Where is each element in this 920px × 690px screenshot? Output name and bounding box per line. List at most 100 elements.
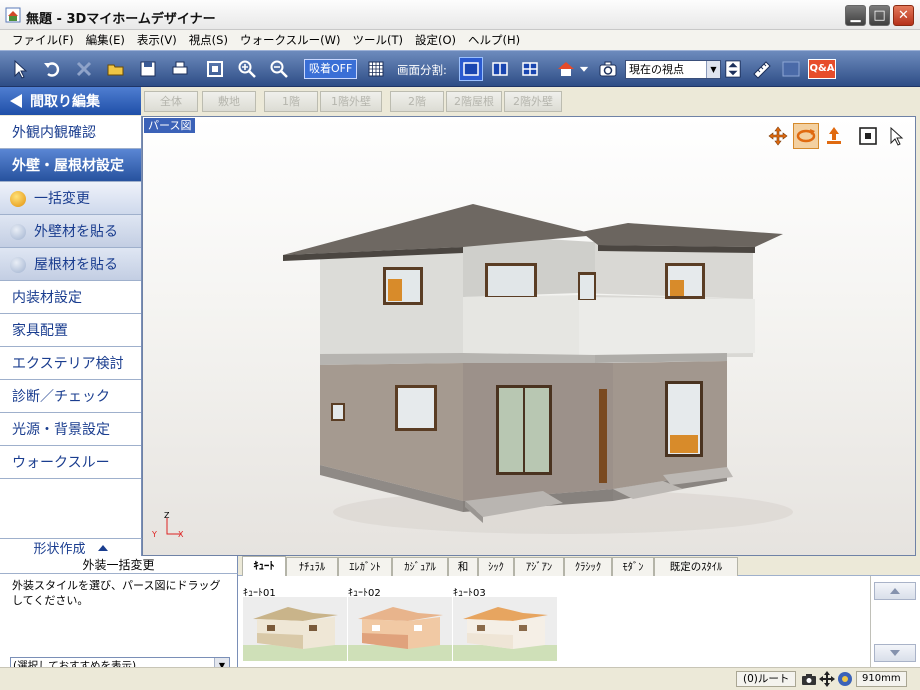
floor-tab-2f-roof[interactable]: 2階屋根: [446, 91, 502, 112]
axis-y-label: Y: [151, 530, 157, 539]
style-thumbnail[interactable]: ｷｭｰﾄ01: [243, 584, 347, 661]
menu-edit[interactable]: 編集(E): [80, 32, 131, 48]
floor-tab-1f[interactable]: 1階: [264, 91, 318, 112]
scroll-up-button[interactable]: [874, 582, 916, 600]
measure-button[interactable]: [750, 57, 774, 81]
style-tab-natural[interactable]: ﾅﾁｭﾗﾙ: [286, 557, 338, 576]
split-two-button[interactable]: [488, 57, 512, 81]
style-tab-chic[interactable]: ｼｯｸ: [478, 557, 514, 576]
maximize-button[interactable]: □: [869, 5, 890, 26]
panel-icon: [782, 61, 800, 77]
style-tab-elegant[interactable]: ｴﾚｶﾞﾝﾄ: [338, 557, 392, 576]
floor-tab-2f-wall[interactable]: 2階外壁: [504, 91, 562, 112]
move-arrows-icon[interactable]: [819, 671, 835, 687]
shape-make-toggle[interactable]: 形状作成: [0, 538, 142, 557]
select-tool-button[interactable]: [8, 57, 32, 81]
zoom-out-button[interactable]: [267, 57, 291, 81]
menu-settings[interactable]: 設定(O): [409, 32, 462, 48]
open-button[interactable]: [104, 57, 128, 81]
walkthrough-icon[interactable]: [837, 671, 853, 687]
close-button[interactable]: ✕: [893, 5, 914, 26]
menu-walkthrough[interactable]: ウォークスルー(W): [234, 32, 347, 48]
style-tab-cute[interactable]: ｷｭｰﾄ: [242, 556, 286, 577]
camera-icon: [599, 61, 617, 77]
style-tab-default[interactable]: 既定のｽﾀｲﾙ: [654, 557, 738, 576]
split-single-button[interactable]: [459, 57, 483, 81]
bulk-description-text: 外装スタイルを選び、パース図にドラッグしてください。: [12, 579, 221, 607]
style-tabs: ｷｭｰﾄ ﾅﾁｭﾗﾙ ｴﾚｶﾞﾝﾄ ｶｼﾞｭｱﾙ 和 ｼｯｸ ｱｼﾞｱﾝ ｸﾗｼ…: [238, 556, 920, 577]
camera-button[interactable]: [596, 57, 620, 81]
elevate-icon: [827, 127, 841, 144]
camera-icon[interactable]: [801, 671, 817, 687]
menu-viewpoint[interactable]: 視点(S): [183, 32, 234, 48]
left-nav-panel: 外観内観確認 外壁・屋根材設定 一括変更 外壁材を貼る 屋根材を貼る 内装材設定…: [0, 116, 142, 538]
grid-button[interactable]: [364, 57, 388, 81]
house-view-button[interactable]: [554, 57, 578, 81]
style-thumbnail[interactable]: ｷｭｰﾄ03: [453, 584, 557, 661]
style-tab-casual[interactable]: ｶｼﾞｭｱﾙ: [392, 557, 448, 576]
nav-interior-materials[interactable]: 内装材設定: [0, 281, 141, 314]
shape-make-label: 形状作成: [33, 542, 86, 557]
style-tab-japanese[interactable]: 和: [448, 557, 478, 576]
save-button[interactable]: [136, 57, 160, 81]
up-down-icon: [725, 60, 741, 78]
bulk-change-description: 外装スタイルを選び、パース図にドラッグしてください。 (選択しておすすめを表示)…: [0, 574, 238, 675]
nav-bulk-change[interactable]: 一括変更: [0, 182, 141, 215]
nav-apply-roof[interactable]: 屋根材を貼る: [0, 248, 141, 281]
thumbnail-image: [243, 597, 347, 661]
snap-toggle-button[interactable]: 吸着OFF: [304, 59, 358, 79]
floor-tab-all[interactable]: 全体: [144, 91, 198, 112]
style-tab-asian[interactable]: ｱｼﾞｱﾝ: [514, 557, 564, 576]
menu-bar: ファイル(F) 編集(E) 表示(V) 視点(S) ウォークスルー(W) ツール…: [0, 30, 920, 50]
chevron-up-icon: [97, 544, 108, 551]
nav-furniture[interactable]: 家具配置: [0, 314, 141, 347]
floor-tab-1f-wall[interactable]: 1階外壁: [320, 91, 382, 112]
qa-button[interactable]: Q&A: [808, 59, 836, 79]
blank-tool-button[interactable]: [779, 57, 803, 81]
undo-button[interactable]: [40, 57, 64, 81]
split-four-button[interactable]: [518, 57, 542, 81]
scroll-down-button[interactable]: [874, 644, 916, 662]
fit-screen-button[interactable]: [855, 123, 881, 149]
nav-wall-roof-materials[interactable]: 外壁・屋根材設定: [0, 149, 141, 182]
nav-walkthrough[interactable]: ウォークスルー: [0, 446, 141, 479]
zoom-out-icon: [270, 60, 288, 78]
select-view-button[interactable]: [883, 123, 909, 149]
nav-apply-wall[interactable]: 外壁材を貼る: [0, 215, 141, 248]
floor-tab-2f[interactable]: 2階: [390, 91, 444, 112]
menu-tools[interactable]: ツール(T): [346, 32, 409, 48]
fit-view-button[interactable]: [203, 57, 227, 81]
minimize-button[interactable]: ▁: [845, 5, 866, 26]
title-bar: 無題 - 3Dマイホームデザイナー ▁ □ ✕: [0, 0, 920, 30]
elevate-tool-button[interactable]: [821, 123, 847, 149]
pan-tool-button[interactable]: [765, 123, 791, 149]
menu-help[interactable]: ヘルプ(H): [462, 32, 526, 48]
nav-label: 内装材設定: [12, 290, 82, 306]
style-tab-classic[interactable]: ｸﾗｼｯｸ: [564, 557, 612, 576]
route-count: (0)ルート: [736, 671, 797, 687]
house-view-dropdown[interactable]: [577, 57, 591, 81]
print-button[interactable]: [168, 57, 192, 81]
menu-view[interactable]: 表示(V): [131, 32, 183, 48]
folder-icon: [107, 64, 124, 76]
nav-diagnosis[interactable]: 診断／チェック: [0, 380, 141, 413]
maximize-icon: □: [873, 8, 886, 23]
zoom-in-button[interactable]: [235, 57, 259, 81]
viewpoint-stepper[interactable]: [724, 57, 742, 81]
printer-icon: [172, 61, 188, 75]
perspective-viewport[interactable]: パース図 Z Y X: [142, 116, 916, 556]
nav-exterior-plan[interactable]: エクステリア検討: [0, 347, 141, 380]
floorplan-edit-button[interactable]: 間取り編集: [0, 87, 141, 115]
menu-file[interactable]: ファイル(F): [6, 32, 80, 48]
delete-button[interactable]: [72, 57, 96, 81]
nav-exterior-interior[interactable]: 外観内観確認: [0, 116, 141, 149]
nav-light-background[interactable]: 光源・背景設定: [0, 413, 141, 446]
rotate-tool-button[interactable]: [793, 123, 819, 149]
floor-tab-site[interactable]: 敷地: [202, 91, 256, 112]
thumbnail-image: [453, 597, 557, 661]
style-tab-modern[interactable]: ﾓﾀﾞﾝ: [612, 557, 654, 576]
back-arrow-icon: [10, 94, 22, 108]
status-bar: (0)ルート 910mm: [0, 667, 920, 690]
viewpoint-select[interactable]: 現在の視点 ▼: [625, 60, 721, 79]
style-thumbnail[interactable]: ｷｭｰﾄ02: [348, 584, 452, 661]
